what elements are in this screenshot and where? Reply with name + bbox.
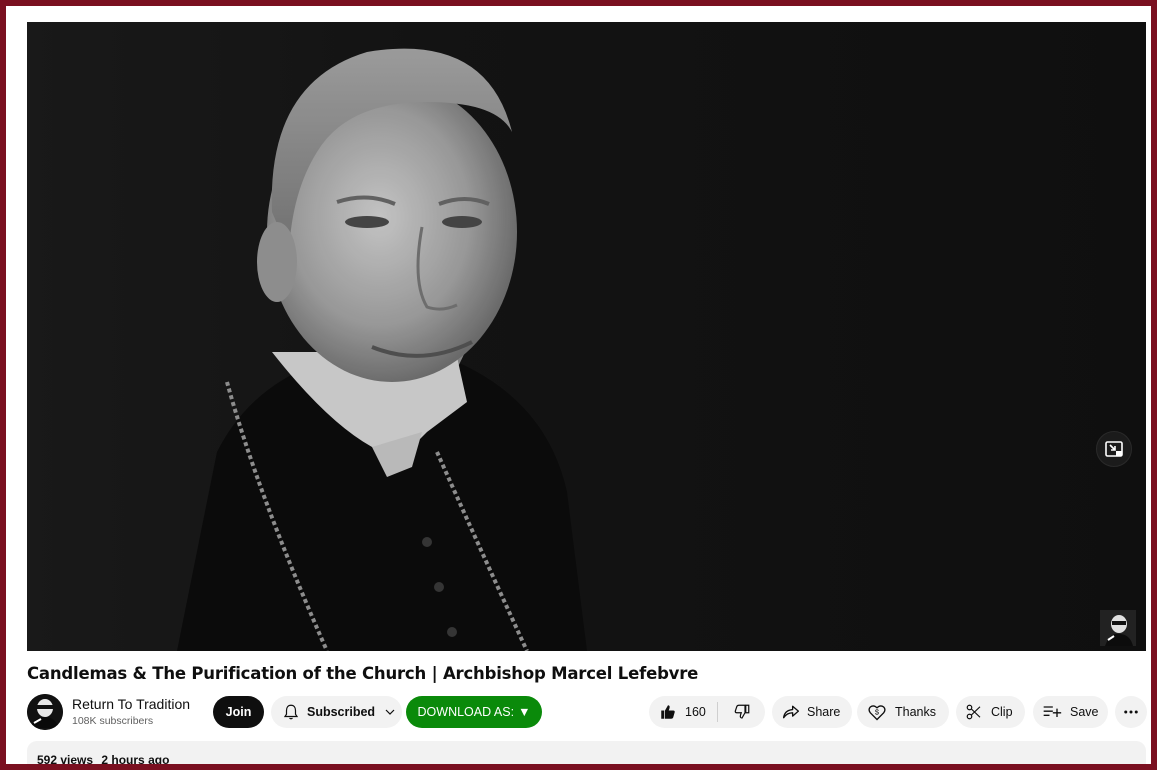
miniplayer-icon <box>1105 441 1123 457</box>
share-button[interactable]: Share <box>772 696 852 728</box>
save-label: Save <box>1070 705 1099 719</box>
thanks-icon: $ <box>868 705 886 721</box>
share-icon <box>782 705 800 719</box>
download-label: DOWNLOAD AS: <box>417 705 515 719</box>
description-box[interactable]: 592 views 2 hours ago <box>27 741 1146 764</box>
join-label: Join <box>225 705 252 719</box>
video-frame-portrait <box>27 22 1146 651</box>
dislike-button[interactable] <box>718 696 765 728</box>
playlist-add-icon <box>1043 706 1062 717</box>
thanks-label: Thanks <box>895 705 936 719</box>
channel-avatar[interactable] <box>27 694 63 730</box>
share-label: Share <box>807 705 841 719</box>
upload-age: 2 hours ago <box>101 753 170 764</box>
download-as-button[interactable]: DOWNLOAD AS: ▼ <box>406 696 542 728</box>
channel-name[interactable]: Return To Tradition <box>72 696 190 712</box>
scissors-icon <box>966 704 981 720</box>
video-player[interactable] <box>27 22 1146 651</box>
avatar-image <box>27 694 63 730</box>
more-icon <box>1124 710 1138 714</box>
clip-label: Clip <box>991 705 1013 719</box>
bell-icon <box>283 704 299 720</box>
like-count: 160 <box>685 705 706 719</box>
subscribed-button[interactable]: Subscribed <box>271 696 402 728</box>
save-button[interactable]: Save <box>1033 696 1108 728</box>
like-button[interactable]: 160 <box>649 696 717 728</box>
clip-button[interactable]: Clip <box>956 696 1025 728</box>
video-actions-row: Return To Tradition 108K subscribers Joi… <box>6 694 1151 730</box>
thanks-button[interactable]: $ Thanks <box>857 696 949 728</box>
video-title: Candlemas & The Purification of the Chur… <box>27 664 699 683</box>
description-meta: 592 views 2 hours ago <box>37 753 174 764</box>
join-button[interactable]: Join <box>213 696 264 728</box>
subscriber-count: 108K subscribers <box>72 715 154 727</box>
miniplayer-button[interactable] <box>1096 431 1132 467</box>
chevron-down-icon <box>385 709 395 715</box>
page-frame: Candlemas & The Purification of the Chur… <box>6 6 1151 764</box>
svg-text:$: $ <box>875 708 880 717</box>
channel-watermark[interactable] <box>1100 610 1136 646</box>
download-arrow-icon: ▼ <box>518 705 531 719</box>
more-actions-button[interactable] <box>1115 696 1147 728</box>
thumbs-down-icon <box>734 704 749 719</box>
view-count: 592 views <box>37 753 94 764</box>
thumbs-up-icon <box>661 705 675 719</box>
like-dislike-group: 160 <box>649 696 765 728</box>
subscribed-label: Subscribed <box>307 705 376 719</box>
